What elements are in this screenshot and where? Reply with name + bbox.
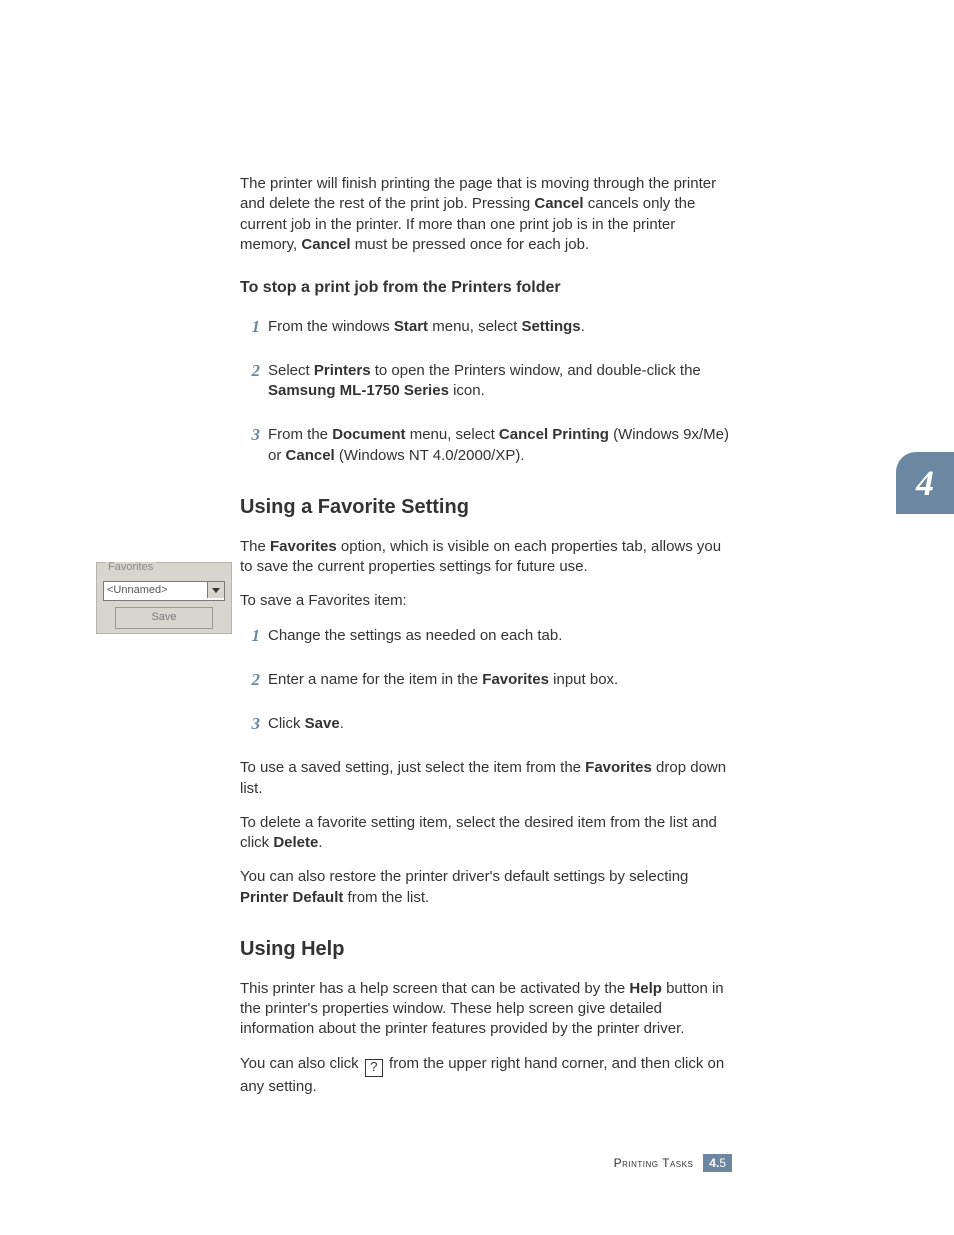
text-bold: Delete xyxy=(273,834,318,851)
text: menu, select xyxy=(428,318,521,335)
text: You can also click xyxy=(240,1055,363,1072)
text: This printer has a help screen that can … xyxy=(240,980,629,997)
chapter-number: 4 xyxy=(916,465,934,501)
favorites-restore: You can also restore the printer driver'… xyxy=(240,867,730,908)
favorites-group-label: Favorites xyxy=(105,562,156,573)
favorites-intro: The Favorites option, which is visible o… xyxy=(240,537,730,578)
favorites-save-label: Save xyxy=(151,611,176,623)
text: (Windows NT 4.0/2000/XP). xyxy=(335,447,525,464)
favorites-use: To use a saved setting, just select the … xyxy=(240,758,730,799)
text: Click xyxy=(268,715,305,732)
text-bold: Document xyxy=(332,426,405,443)
list-item: 2 Enter a name for the item in the Favor… xyxy=(240,670,730,690)
footer-page: 5 xyxy=(719,1156,726,1170)
step-number: 1 xyxy=(240,316,260,339)
list-item: 1 Change the settings as needed on each … xyxy=(240,626,730,646)
text-bold: Samsung ML-1750 Series xyxy=(268,382,449,399)
help-paragraph-1: This printer has a help screen that can … xyxy=(240,979,730,1040)
step-number: 3 xyxy=(240,424,260,447)
main-content: The printer will finish printing the pag… xyxy=(240,174,730,1111)
document-page: 4 Favorites <Unnamed> Save The printer w… xyxy=(0,0,954,1235)
text-bold: Cancel xyxy=(534,195,583,212)
list-item: 2 Select Printers to open the Printers w… xyxy=(240,361,730,402)
text-bold: Printer Default xyxy=(240,889,343,906)
text-bold: Help xyxy=(629,980,662,997)
text: . xyxy=(318,834,322,851)
heading-using-help: Using Help xyxy=(240,936,730,963)
text: Select xyxy=(268,362,314,379)
text: You can also restore the printer driver'… xyxy=(240,868,688,885)
footer-title: Printing Tasks xyxy=(614,1156,694,1170)
text: menu, select xyxy=(406,426,499,443)
text-bold: Cancel xyxy=(301,236,350,253)
favorites-to-save: To save a Favorites item: xyxy=(240,591,730,611)
help-paragraph-2: You can also click ? from the upper righ… xyxy=(240,1054,730,1097)
text: Change the settings as needed on each ta… xyxy=(268,627,562,644)
subheading-stop-print-job: To stop a print job from the Printers fo… xyxy=(240,277,730,299)
text: . xyxy=(340,715,344,732)
favorites-steps-list: 1 Change the settings as needed on each … xyxy=(240,626,730,735)
text: icon. xyxy=(449,382,485,399)
text: From the windows xyxy=(268,318,394,335)
text-bold: Favorites xyxy=(585,759,652,776)
text-bold: Cancel Printing xyxy=(499,426,609,443)
text: to open the Printers window, and double-… xyxy=(371,362,701,379)
text: from the list. xyxy=(343,889,429,906)
text-bold: Favorites xyxy=(270,538,337,555)
favorites-dropdown[interactable]: <Unnamed> xyxy=(103,581,225,601)
chevron-down-icon[interactable] xyxy=(207,582,224,598)
text: input box. xyxy=(549,671,618,688)
text-bold: Printers xyxy=(314,362,371,379)
favorites-dropdown-value: <Unnamed> xyxy=(104,584,168,596)
intro-paragraph: The printer will finish printing the pag… xyxy=(240,174,730,255)
text-bold: Favorites xyxy=(482,671,549,688)
text-bold: Settings xyxy=(521,318,580,335)
text: Enter a name for the item in the xyxy=(268,671,482,688)
page-number-badge: 4.5 xyxy=(703,1154,732,1172)
text-bold: Save xyxy=(305,715,340,732)
text-bold: Start xyxy=(394,318,428,335)
list-item: 1 From the windows Start menu, select Se… xyxy=(240,317,730,337)
chapter-tab: 4 xyxy=(896,452,954,514)
step-number: 1 xyxy=(240,625,260,648)
text: From the xyxy=(268,426,332,443)
favorites-delete: To delete a favorite setting item, selec… xyxy=(240,813,730,854)
favorites-groupbox: Favorites <Unnamed> Save xyxy=(96,562,232,634)
text: must be pressed once for each job. xyxy=(351,236,589,253)
heading-using-favorite: Using a Favorite Setting xyxy=(240,494,730,521)
step-number: 2 xyxy=(240,360,260,383)
stop-steps-list: 1 From the windows Start menu, select Se… xyxy=(240,317,730,466)
list-item: 3 From the Document menu, select Cancel … xyxy=(240,425,730,466)
question-mark-icon: ? xyxy=(365,1059,383,1077)
step-number: 3 xyxy=(240,713,260,736)
list-item: 3 Click Save. xyxy=(240,714,730,734)
step-number: 2 xyxy=(240,669,260,692)
footer-chapter: 4. xyxy=(709,1156,719,1170)
page-footer: Printing Tasks 4.5 xyxy=(614,1154,732,1172)
text: The xyxy=(240,538,270,555)
text-bold: Cancel xyxy=(286,447,335,464)
favorites-save-button[interactable]: Save xyxy=(115,607,213,629)
text: . xyxy=(581,318,585,335)
text: To use a saved setting, just select the … xyxy=(240,759,585,776)
